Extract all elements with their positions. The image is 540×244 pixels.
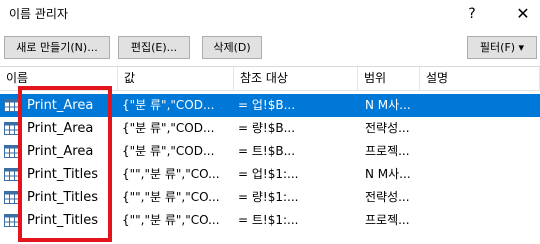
title-bar: 이름 관리자 ? ✕	[0, 0, 540, 28]
scope-cell: 전략성...	[365, 121, 410, 135]
edit-button[interactable]: 편집(E)...	[118, 36, 190, 59]
column-header-refers-to[interactable]: 참조 대상	[234, 67, 358, 91]
refers-to-cell: = 량!$B...	[238, 121, 296, 135]
highlight-box	[18, 86, 112, 242]
column-header-scope[interactable]: 범위	[358, 67, 420, 91]
value-cell: {"분 류","COD...	[122, 144, 215, 158]
refers-to-cell: = 업!$B...	[238, 98, 296, 112]
delete-button[interactable]: 삭제(D)	[202, 36, 262, 59]
scope-cell: 프로젝...	[365, 144, 410, 158]
value-cell: {"분 류","COD...	[122, 98, 215, 112]
help-button[interactable]: ?	[460, 3, 484, 25]
filter-button[interactable]: 필터(F) ▾	[467, 36, 537, 59]
close-button[interactable]: ✕	[510, 3, 536, 25]
scope-cell: 전략성...	[365, 190, 410, 204]
value-cell: {"","분 류","CO...	[122, 190, 220, 204]
value-cell: {"분 류","COD...	[122, 121, 215, 135]
window-title: 이름 관리자	[9, 7, 69, 21]
refers-to-cell: = 트!$1:...	[238, 213, 299, 227]
scope-cell: N M사...	[365, 98, 411, 112]
refers-to-cell: = 량!$1:...	[238, 190, 299, 204]
column-header-comment[interactable]: 설명	[420, 67, 540, 91]
column-header-value[interactable]: 값	[118, 67, 234, 91]
value-cell: {"","분 류","CO...	[122, 213, 220, 227]
refers-to-cell: = 트!$B...	[238, 144, 296, 158]
refers-to-cell: = 업!$1:...	[238, 167, 299, 181]
scope-cell: 프로젝...	[365, 213, 410, 227]
new-name-button[interactable]: 새로 만들기(N)...	[4, 36, 110, 59]
value-cell: {"","분 류","CO...	[122, 167, 220, 181]
scope-cell: N M사...	[365, 167, 411, 181]
